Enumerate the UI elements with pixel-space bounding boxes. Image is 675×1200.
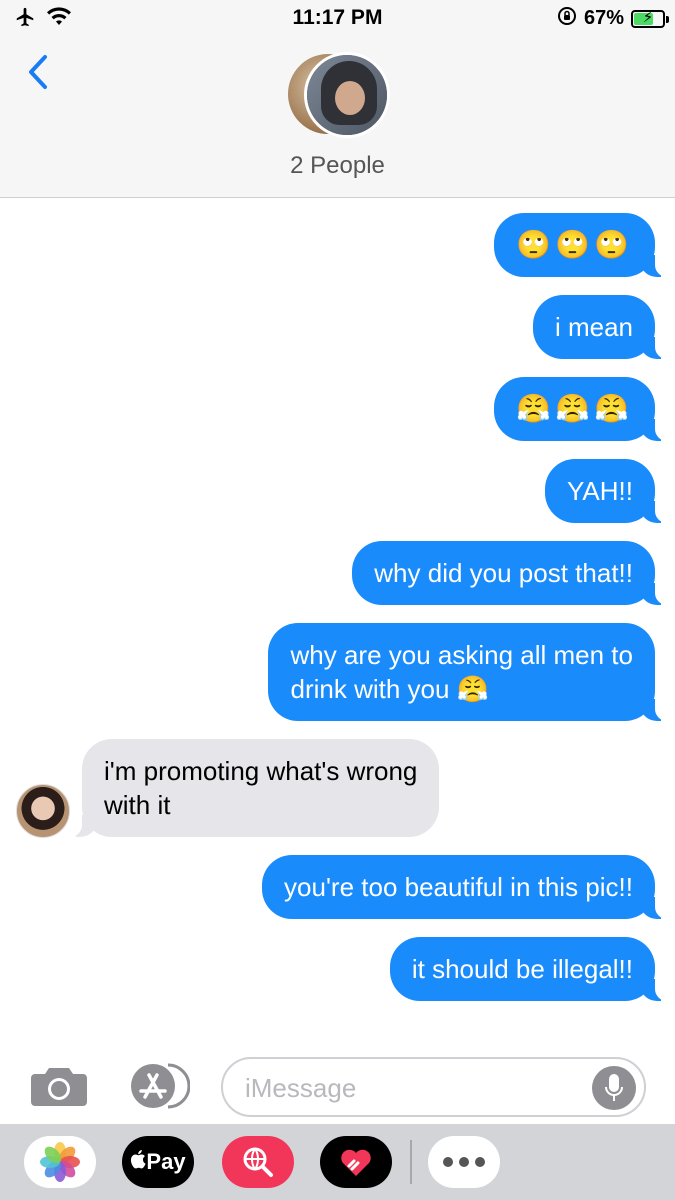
web-search-button[interactable] <box>222 1136 294 1188</box>
charging-bolt-icon: ⚡ <box>642 8 654 26</box>
back-button[interactable] <box>18 50 58 94</box>
message-bubble-sent[interactable]: you're too beautiful in this pic!! <box>262 855 667 919</box>
web-search-icon <box>243 1147 273 1177</box>
message-bubble-sent[interactable]: 😤😤😤 <box>494 377 667 441</box>
message-input-field[interactable] <box>221 1057 646 1117</box>
message-bubble-sent[interactable]: why are you asking all men to drink with… <box>268 623 667 721</box>
app-store-icon <box>131 1063 190 1109</box>
imessage-input[interactable] <box>245 1071 585 1105</box>
message-text: why did you post that!! <box>352 541 667 605</box>
dictation-button[interactable] <box>592 1066 636 1110</box>
message-text: YAH!! <box>545 459 667 523</box>
message-bubble-sent[interactable]: i mean <box>532 295 668 359</box>
chevron-left-icon <box>29 55 47 89</box>
conversation-header: 11:17 PM 67% ⚡ 2 People <box>0 0 675 198</box>
app-store-button[interactable] <box>124 1061 190 1111</box>
message-bubble-received[interactable]: i'm promoting what's wrong with it <box>69 739 440 837</box>
message-thread[interactable]: 🙄🙄🙄 i mean 😤😤😤 YAH!! why did you post th… <box>0 199 675 1039</box>
message-bubble-sent[interactable]: why did you post that!! <box>352 541 667 605</box>
camera-button[interactable] <box>28 1063 90 1109</box>
message-text: why are you asking all men to drink with… <box>268 623 667 721</box>
battery-charging-icon: ⚡ <box>631 8 669 28</box>
digital-touch-button[interactable] <box>320 1136 392 1188</box>
message-bubble-sent[interactable]: YAH!! <box>545 459 667 523</box>
message-bubble-sent[interactable]: 🙄🙄🙄 <box>494 213 667 277</box>
message-text: i'm promoting what's wrong with it <box>69 739 440 837</box>
sender-avatar[interactable] <box>16 784 70 838</box>
apple-logo-icon <box>130 1149 146 1175</box>
conversation-title[interactable]: 2 People <box>0 152 675 180</box>
digital-touch-icon <box>341 1149 371 1176</box>
more-apps-button[interactable] <box>428 1136 500 1188</box>
message-bubble-sent[interactable]: it should be illegal!! <box>389 937 668 1001</box>
battery-tip <box>666 15 669 23</box>
photos-app-icon <box>40 1142 80 1182</box>
avatar-face <box>335 81 365 115</box>
battery-percent: 67% <box>583 7 624 29</box>
orientation-lock-icon <box>557 6 577 31</box>
group-member-avatar <box>304 52 390 138</box>
microphone-icon <box>605 1074 623 1101</box>
message-text: 🙄🙄🙄 <box>494 213 667 277</box>
apple-pay-label: Pay <box>146 1149 186 1174</box>
message-text: i mean <box>532 295 668 359</box>
camera-icon <box>31 1068 87 1106</box>
status-right: 67% ⚡ <box>557 6 669 31</box>
app-drawer: Pay <box>0 1124 675 1200</box>
message-text: 😤😤😤 <box>494 377 667 441</box>
status-bar: 11:17 PM 67% ⚡ <box>0 0 675 40</box>
group-avatar-stack[interactable] <box>284 50 394 142</box>
compose-bar <box>0 1045 675 1125</box>
message-text: it should be illegal!! <box>389 937 668 1001</box>
photos-app-button[interactable] <box>24 1136 96 1188</box>
drawer-divider <box>410 1140 412 1184</box>
message-text: you're too beautiful in this pic!! <box>262 855 667 919</box>
apple-pay-button[interactable]: Pay <box>122 1136 194 1188</box>
more-apps-icon <box>443 1157 485 1167</box>
